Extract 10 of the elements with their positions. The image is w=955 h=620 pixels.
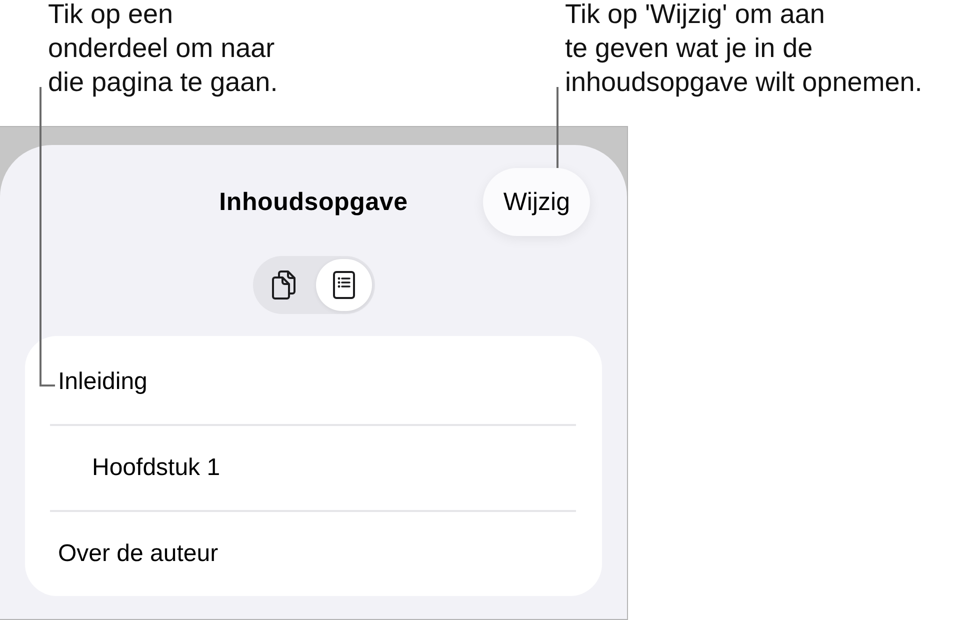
contents-item[interactable]: Over de auteur: [58, 540, 218, 568]
contents-item[interactable]: Hoofdstuk 1: [92, 454, 220, 482]
two-pages-icon: [270, 270, 296, 300]
edit-button[interactable]: Wijzig: [483, 168, 590, 236]
callout-text: Tik op 'Wijzig' om aan te geven wat je in de inhoudsopgave wilt opnemen.: [565, 0, 924, 99]
contents-item[interactable]: Inleiding: [58, 368, 148, 396]
callout-text: Tik op een onderdeel om naar die pagina te gaan.: [48, 0, 279, 99]
panel-title: Inhoudsopgave: [219, 188, 408, 216]
view-toggle-segment[interactable]: [316, 259, 372, 311]
list-document-icon: [330, 270, 356, 300]
